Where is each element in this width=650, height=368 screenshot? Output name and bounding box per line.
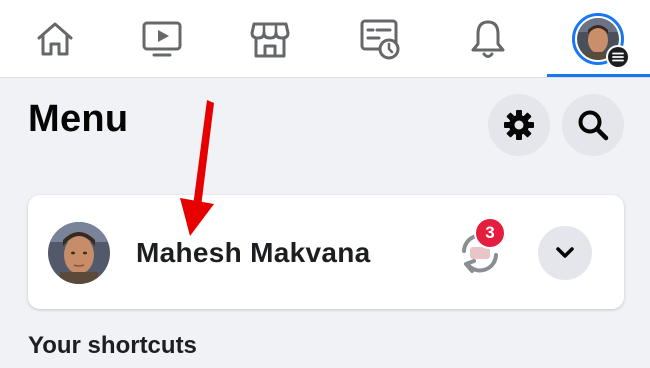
search-icon	[578, 110, 609, 141]
chevron-down-icon	[556, 247, 574, 258]
tab-watch[interactable]	[112, 0, 212, 78]
newsfeed-clock-icon	[360, 19, 400, 60]
tab-notifications[interactable]	[438, 0, 538, 78]
tab-home[interactable]	[5, 0, 105, 78]
gear-icon	[504, 110, 534, 140]
profile-avatar[interactable]	[48, 222, 110, 284]
hamburger-icon	[612, 52, 624, 62]
storefront-icon	[250, 22, 290, 58]
active-tab-indicator	[547, 74, 650, 77]
profile-card[interactable]: Mahesh Makvana 3	[28, 195, 624, 309]
home-icon	[37, 22, 73, 56]
video-play-icon	[142, 21, 182, 57]
expand-profiles-button[interactable]	[538, 226, 592, 280]
tab-marketplace[interactable]	[220, 0, 320, 78]
top-nav-bar	[0, 0, 650, 78]
tab-memories[interactable]	[330, 0, 430, 78]
notification-count-badge: 3	[474, 217, 506, 249]
profile-name[interactable]: Mahesh Makvana	[136, 237, 371, 269]
page-title: Menu	[28, 98, 129, 140]
tab-menu[interactable]	[548, 0, 648, 78]
bell-icon	[471, 20, 505, 58]
shortcuts-heading: Your shortcuts	[28, 332, 197, 359]
profile-menu-icon	[572, 13, 630, 69]
settings-button[interactable]	[488, 94, 550, 156]
search-button[interactable]	[562, 94, 624, 156]
